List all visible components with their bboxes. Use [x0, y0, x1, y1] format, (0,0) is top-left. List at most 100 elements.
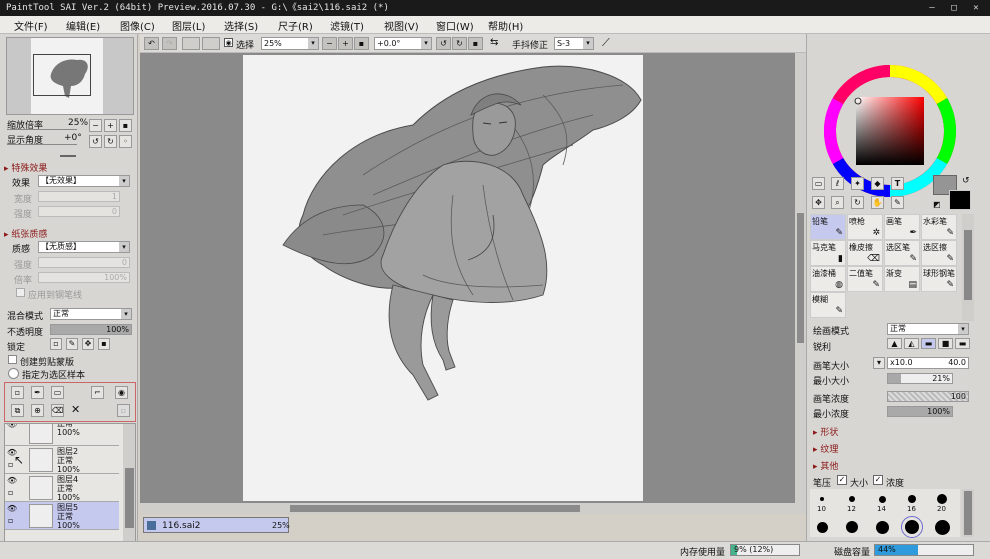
undo-button[interactable]: ↶	[144, 37, 159, 50]
menu-item-1[interactable]: 编辑(E)	[66, 18, 100, 33]
zoom-slider[interactable]	[7, 129, 77, 130]
line-tool-icon[interactable]: ⟋	[602, 36, 610, 50]
brush-density-slider[interactable]: 100	[887, 391, 969, 402]
canvas-rotate-reset-button[interactable]: ▪	[468, 37, 483, 50]
canvas-rotate-left-button[interactable]: ↺	[436, 37, 451, 50]
pressure-size-checkbox[interactable]: ✓	[837, 475, 847, 485]
brush-size-dot[interactable]	[878, 495, 886, 503]
canvas-zoom-select[interactable]: 25% ▾	[261, 37, 319, 50]
brush-tool[interactable]: 渐变 ▤	[884, 266, 920, 292]
lock-transparency-icon[interactable]: ▫	[50, 338, 62, 350]
opacity-slider[interactable]: 100%	[50, 324, 132, 335]
transfer-layer-icon[interactable]: ⌐	[91, 386, 104, 399]
apply-pen-checkbox[interactable]	[16, 288, 25, 297]
canvas-hscrollbar[interactable]	[140, 503, 806, 514]
brush-tool[interactable]: 画笔 ✒	[884, 214, 920, 240]
maximize-button[interactable]: □	[944, 2, 964, 14]
layer-list-scrollbar[interactable]	[123, 424, 135, 554]
brush-size-dot-large[interactable]	[816, 521, 828, 533]
flip-horizontal-icon[interactable]: ⇆	[490, 37, 498, 48]
brush-tool[interactable]: 油漆桶 ◍	[810, 266, 846, 292]
rotate-tool-icon[interactable]: ↻	[851, 196, 864, 209]
brush-tool[interactable]: 二值笔 ✎	[847, 266, 883, 292]
layer-extra-icon[interactable]: ▫	[117, 404, 130, 417]
menu-item-2[interactable]: 图像(C)	[120, 18, 155, 33]
swap-colors-icon[interactable]: ↺	[962, 176, 970, 186]
brush-tool[interactable]: 选区擦 ✎	[921, 240, 957, 266]
brush-size-dot[interactable]	[937, 494, 947, 504]
blend-mode-select[interactable]: 正常 ▾	[50, 308, 132, 320]
eye-icon[interactable]: 👁	[7, 424, 17, 429]
layer-lock-icon[interactable]: ▫	[8, 460, 13, 469]
layer-scroll-thumb[interactable]	[125, 468, 134, 528]
brush-size-dot[interactable]	[849, 496, 855, 502]
shape-section-header[interactable]: ▸ 形状	[813, 425, 838, 438]
angle-slider[interactable]	[7, 144, 77, 145]
layer-row[interactable]: 👁 图层5 正常 100% ▫	[5, 502, 119, 530]
menu-item-3[interactable]: 图层(L)	[172, 18, 205, 33]
rect-select-icon[interactable]: ▭	[812, 177, 825, 190]
paper-section-header[interactable]: ▸ 纸张质感	[4, 227, 47, 240]
canvas-area[interactable]	[140, 53, 806, 503]
close-button[interactable]: ✕	[966, 2, 986, 14]
canvas-zoom-out-button[interactable]: −	[322, 37, 337, 50]
other-section-header[interactable]: ▸ 其他	[813, 459, 838, 472]
canvas-vscroll-thumb[interactable]	[797, 213, 804, 343]
invert-selection-button[interactable]	[202, 37, 220, 50]
texture-section-header[interactable]: ▸ 纹理	[813, 442, 838, 455]
canvas-zoom-in-button[interactable]: +	[338, 37, 353, 50]
paint-mode-select[interactable]: 正常 ▾	[887, 323, 969, 335]
brush-size-dot-large[interactable]	[846, 521, 858, 533]
selection-sample-radio[interactable]	[8, 368, 19, 379]
deselect-button[interactable]	[182, 37, 200, 50]
layer-mask-icon[interactable]: ◉	[115, 386, 128, 399]
canvas-rotate-right-button[interactable]: ↻	[452, 37, 467, 50]
zoom-reset-button[interactable]: ▪	[119, 119, 132, 132]
copy-layer-icon[interactable]: ⧉	[11, 404, 24, 417]
eye-icon[interactable]: 👁	[7, 476, 17, 485]
layer-row[interactable]: 👁 图层4 正常 100% ▫	[5, 474, 119, 502]
brush-tool[interactable]: 喷枪 ✲	[847, 214, 883, 240]
menu-item-0[interactable]: 文件(F)	[14, 18, 48, 33]
edge-shape-5[interactable]: ▬	[955, 338, 970, 349]
reset-colors-icon[interactable]: ◩	[933, 200, 941, 209]
new-layer-icon[interactable]: ▫	[11, 386, 24, 399]
brush-grid-scroll-thumb[interactable]	[964, 230, 972, 300]
redo-button[interactable]: ↷	[162, 37, 177, 50]
effect-select[interactable]: 【无效果】 ▾	[38, 175, 130, 187]
stabilizer-select[interactable]: S-3 ▾	[554, 37, 594, 50]
rotate-reset-button[interactable]: ◦	[119, 135, 132, 148]
delete-layer-icon[interactable]: ✕	[71, 403, 80, 416]
magic-wand-icon[interactable]: ✦	[851, 177, 864, 190]
brush-size-field[interactable]: x10.0 40.0	[887, 357, 969, 369]
brush-size-dot-large[interactable]	[901, 516, 923, 538]
effects-section-header[interactable]: ▸ 特殊效果	[4, 161, 47, 174]
menu-item-5[interactable]: 尺子(R)	[278, 18, 313, 33]
panel-splitter[interactable]	[60, 155, 76, 157]
menu-item-6[interactable]: 滤镜(T)	[330, 18, 364, 33]
brush-tool[interactable]: 选区笔 ✎	[884, 240, 920, 266]
edge-shape-3[interactable]: ▬	[921, 338, 936, 349]
selection-visibility-checkbox[interactable]: ◉	[224, 38, 233, 47]
min-density-slider[interactable]: 100%	[887, 406, 953, 417]
brush-size-dot[interactable]	[820, 497, 824, 501]
canvas-angle-select[interactable]: +0.0° ▾	[374, 37, 432, 50]
size-dropdown-icon[interactable]: ▾	[873, 357, 885, 369]
lock-move-icon[interactable]: ✥	[82, 338, 94, 350]
shape-icon[interactable]: ◆	[871, 177, 884, 190]
menu-item-7[interactable]: 视图(V)	[384, 18, 419, 33]
edge-shape-1[interactable]: ▲	[887, 338, 902, 349]
document-tab[interactable]: 116.sai2 25%	[143, 517, 290, 533]
min-size-slider[interactable]: 21%	[887, 373, 953, 384]
lasso-icon[interactable]: ℓ	[831, 177, 844, 190]
clip-mask-checkbox[interactable]	[8, 355, 17, 364]
edge-shape-4[interactable]: ■	[938, 338, 953, 349]
brush-tool[interactable]: 水彩笔 ✎	[921, 214, 957, 240]
new-folder-icon[interactable]: ▭	[51, 386, 64, 399]
hand-tool-icon[interactable]: ✋	[871, 196, 884, 209]
rotate-right-button[interactable]: ↻	[104, 135, 117, 148]
navigator-viewport[interactable]	[33, 54, 91, 96]
layer-lock-icon[interactable]: ▫	[8, 516, 13, 525]
eyedropper-icon[interactable]: ✎	[891, 196, 904, 209]
brush-tool[interactable]: 橡皮擦 ⌫	[847, 240, 883, 266]
